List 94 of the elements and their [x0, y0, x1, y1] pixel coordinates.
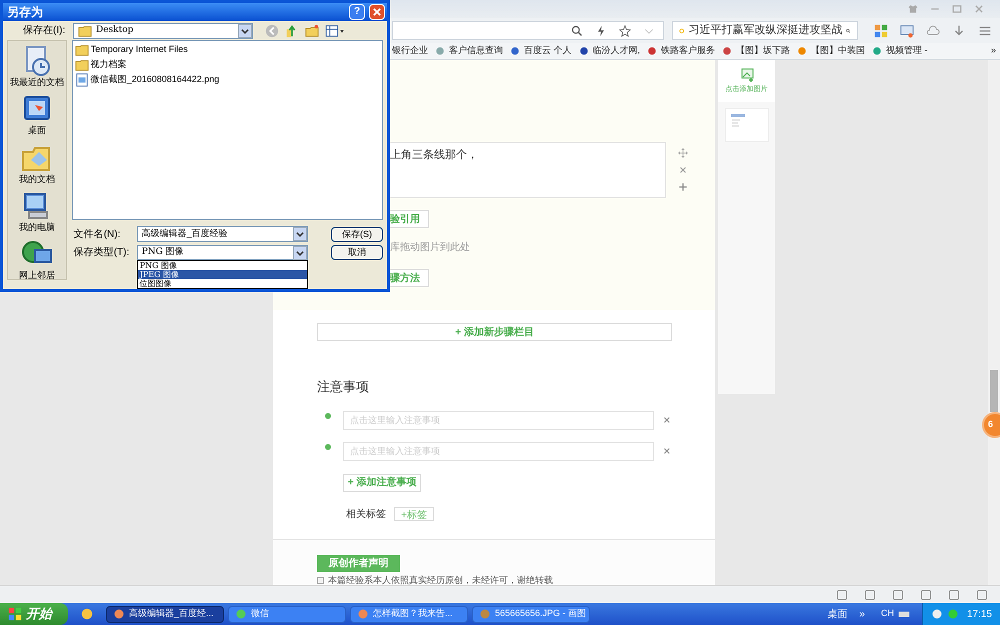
tray-app-icon — [930, 608, 943, 620]
dropdown-option[interactable]: JPEG 图像 — [138, 270, 307, 279]
status-tool-icon — [948, 588, 960, 600]
status-tool-icon — [836, 588, 848, 600]
close-button[interactable] — [369, 4, 385, 20]
site-icon — [722, 46, 732, 56]
scrollbar-thumb[interactable] — [990, 370, 998, 412]
screenshot-thumbnail-icon — [730, 113, 746, 129]
plus-icon — [678, 182, 688, 192]
taskbar-task[interactable]: 565665656.JPG - 画图 — [472, 606, 590, 622]
image-file-icon — [74, 73, 89, 87]
site-icon — [647, 46, 658, 56]
bookmark-link[interactable]: 银行企业 — [392, 44, 428, 58]
tags-label: 相关标签 — [346, 508, 386, 522]
filetype-combo[interactable]: PNG 图像 — [136, 245, 308, 260]
star-icon — [619, 24, 631, 36]
declaration-checkbox[interactable] — [317, 576, 324, 584]
place-link[interactable]: 网上邻居 — [18, 270, 55, 282]
help-button[interactable]: ? — [349, 4, 365, 20]
site-icon — [510, 46, 520, 56]
move-icon — [678, 148, 688, 158]
windows-logo-icon — [8, 607, 22, 621]
declaration-text: 本篇经验系本人依照真实经历原创，未经许可，谢绝转载 — [328, 576, 553, 584]
drop-hint: 库拖动图片到此处 — [390, 240, 471, 255]
apps-icon — [874, 24, 888, 38]
close-icon — [372, 7, 382, 17]
language-indicator[interactable]: CH — [880, 607, 894, 621]
maximize-icon — [952, 4, 962, 14]
file-item[interactable]: 视力档案 — [90, 58, 127, 72]
close-icon — [663, 416, 671, 424]
site-icon — [435, 46, 445, 56]
app-icon — [235, 608, 247, 620]
status-tool-icon — [920, 588, 932, 600]
search-field[interactable]: 习近平打赢军改纵深挺进攻坚战 — [672, 21, 858, 40]
view-menu-icon — [325, 24, 345, 38]
folder-icon — [74, 58, 89, 72]
shirt-icon — [908, 4, 918, 14]
bookmark-link[interactable]: 百度云 个人 — [524, 44, 572, 58]
file-item[interactable]: Temporary Internet Files — [90, 43, 188, 57]
clock: 17:15 — [966, 608, 992, 622]
bookmark-link[interactable]: 铁路客户服务 — [661, 44, 716, 58]
step-text-field[interactable]: 上角三条线那个， — [390, 142, 666, 198]
bookmark-link[interactable]: 【图】坂下路 — [736, 44, 790, 58]
save-in-label: 保存在(I): — [23, 24, 66, 38]
screen-icon — [900, 24, 914, 38]
search-icon — [571, 24, 583, 36]
taskbar-task[interactable]: 怎样截图？我来告... — [350, 606, 468, 622]
app-icon — [113, 608, 125, 620]
more-bookmarks-button[interactable]: » — [990, 44, 996, 58]
wechat-icon — [946, 608, 959, 620]
site-icon — [578, 46, 589, 56]
quick-launch-icon — [80, 607, 94, 621]
bookmark-link[interactable]: 临汾人才网, — [592, 44, 640, 58]
dropdown-button[interactable] — [238, 24, 252, 38]
close-icon — [679, 166, 687, 174]
place-link[interactable]: 桌面 — [28, 125, 46, 136]
dropdown-option[interactable]: PNG 图像 — [138, 261, 307, 270]
window-title: 另存为 — [7, 4, 44, 21]
site-icon — [797, 46, 808, 56]
dropdown-button[interactable] — [292, 246, 307, 260]
filename-label: 文件名(N): — [72, 228, 122, 242]
toolbar-label[interactable]: 桌面 — [827, 606, 848, 622]
site-icon — [872, 46, 882, 56]
image-thumbnail[interactable] — [724, 108, 768, 142]
close-icon — [974, 4, 984, 14]
section-title: 注意事项 — [317, 378, 370, 396]
folder-icon — [78, 24, 92, 38]
back-icon — [265, 24, 279, 38]
taskbar-task[interactable]: 高级编辑器_百度经... — [106, 606, 224, 622]
save-in-combo[interactable]: Desktop — [73, 22, 253, 38]
place-link[interactable]: 我的文档 — [18, 174, 55, 185]
place-link[interactable]: 我的电脑 — [18, 222, 55, 233]
taskbar-task[interactable]: 微信 — [228, 606, 346, 622]
dropdown-button[interactable] — [292, 227, 307, 241]
status-tool-icon — [976, 588, 988, 600]
status-tool-icon — [864, 588, 876, 600]
cloud-icon — [926, 24, 940, 38]
bookmark-link[interactable]: 【图】中装国 — [811, 44, 866, 58]
dropdown-option[interactable]: 位图图像 — [138, 279, 307, 288]
filename-field[interactable]: 高级编辑器_百度经验 — [136, 226, 308, 242]
file-item[interactable]: 微信截图_20160808164422.png — [90, 73, 220, 87]
app-icon — [479, 608, 491, 620]
save-button[interactable]: 保存(S) — [331, 226, 383, 242]
expand-button[interactable]: » — [859, 606, 865, 622]
close-icon — [663, 447, 671, 455]
app-icon — [357, 608, 369, 620]
new-folder-icon — [305, 24, 319, 38]
filetype-label: 保存类型(T): — [72, 246, 130, 260]
download-icon — [952, 24, 966, 38]
bookmark-link[interactable]: 客户信息查询 — [449, 44, 503, 58]
place-link[interactable]: 我最近的文档 — [10, 77, 64, 88]
cancel-button[interactable]: 取消 — [331, 245, 383, 260]
bookmark-link[interactable]: 视频管理 - — [886, 44, 928, 58]
status-tool-icon — [892, 588, 904, 600]
